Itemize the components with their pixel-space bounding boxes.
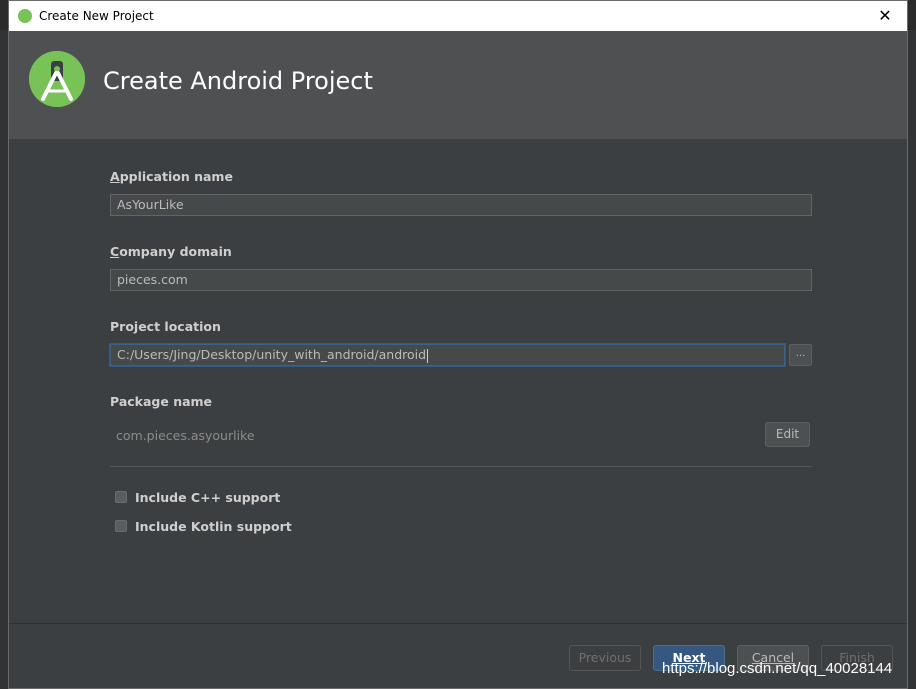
include-cpp-label: Include C++ support (135, 490, 281, 505)
title-bar: Create New Project ✕ (9, 1, 907, 32)
watermark-text: https://blog.csdn.net/qq_40028144 (662, 660, 893, 677)
package-name-value: com.pieces.asyourlike (116, 428, 255, 443)
close-button[interactable]: ✕ (863, 1, 907, 31)
application-name-field[interactable]: AsYourLike (110, 194, 812, 216)
include-kotlin-checkbox[interactable] (115, 520, 127, 532)
application-name-label: Application name (110, 169, 233, 184)
include-cpp-checkbox[interactable] (115, 491, 127, 503)
project-location-value: C:/Users/Jing/Desktop/unity_with_android… (117, 347, 427, 362)
company-domain-field[interactable]: pieces.com (110, 269, 812, 291)
footer-separator (9, 623, 907, 624)
include-kotlin-label: Include Kotlin support (135, 519, 292, 534)
project-location-field[interactable]: C:/Users/Jing/Desktop/unity_with_android… (110, 344, 785, 366)
create-project-dialog: Create New Project ✕ Create Android Proj… (8, 0, 908, 689)
package-name-label: Package name (110, 394, 213, 409)
android-studio-icon (18, 9, 32, 23)
edit-package-button[interactable]: Edit (765, 422, 810, 447)
company-domain-label: Company domain (110, 244, 232, 259)
browse-button[interactable]: ... (789, 344, 812, 366)
android-studio-logo-icon (29, 51, 85, 107)
divider (110, 466, 812, 467)
window-title: Create New Project (39, 9, 154, 23)
page-title: Create Android Project (103, 67, 373, 95)
header-banner: Create Android Project (9, 31, 907, 139)
previous-button[interactable]: Previous (569, 645, 641, 671)
text-caret (427, 348, 429, 363)
project-location-label: Project location (110, 319, 221, 334)
android-logo-icon (29, 51, 85, 107)
